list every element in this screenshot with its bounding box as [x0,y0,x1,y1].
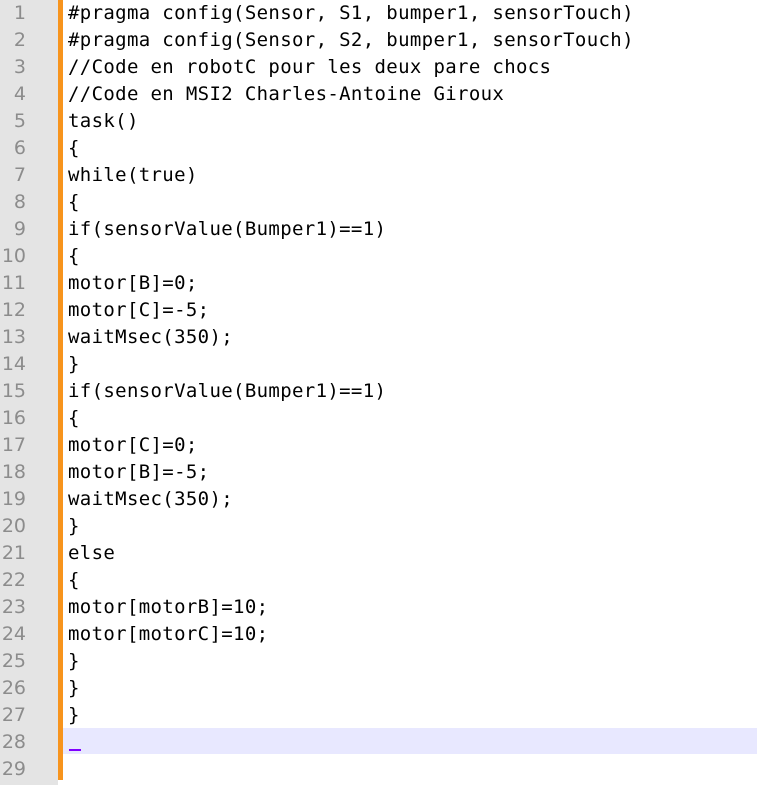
code-text[interactable]: while(true) [68,162,198,189]
code-line[interactable]: 2 #pragma config(Sensor, S2, bumper1, sen… [0,27,757,54]
line-number: 22 [1,569,26,591]
line-number: 14 [1,353,26,375]
line-number: 18 [1,461,26,483]
code-line[interactable]: 11 motor[B]=0; [0,270,757,297]
code-line[interactable]: 16 { [0,405,757,432]
line-number: 20 [1,515,26,537]
code-text[interactable]: motor[C]=0; [68,432,198,459]
code-text[interactable]: } [68,513,80,540]
code-line[interactable]: 7 while(true) [0,162,757,189]
code-line[interactable]: 19 waitMsec(350); [0,486,757,513]
line-number: 2 [13,29,26,51]
code-text[interactable]: { [68,567,80,594]
code-editor[interactable]: 1 #pragma config(Sensor, S1, bumper1, sen… [0,0,757,785]
code-line[interactable]: 14} [0,351,757,378]
code-line[interactable]: 17 motor[C]=0; [0,432,757,459]
code-line[interactable]: 27} [0,702,757,729]
line-number: 19 [1,488,26,510]
line-number: 27 [1,704,26,726]
code-line[interactable]: 4 //Code en MSI2 Charles-Antoine Giroux [0,81,757,108]
code-line[interactable]: 5 task() [0,108,757,135]
code-line[interactable]: 20} [0,513,757,540]
code-text[interactable]: { [68,405,80,432]
line-number: 4 [13,83,26,105]
code-text[interactable]: motor[B]=-5; [68,459,209,486]
line-number: 17 [1,434,26,456]
code-text[interactable]: { [68,189,80,216]
line-number: 1 [13,2,26,24]
code-text[interactable]: else [68,540,115,567]
code-text[interactable]: //Code en MSI2 Charles-Antoine Giroux [68,81,504,108]
code-line[interactable]: 9 if(sensorValue(Bumper1)==1) [0,216,757,243]
line-number: 23 [1,596,26,618]
code-text[interactable]: } [68,648,80,675]
line-number: 6 [13,137,26,159]
line-number: 25 [1,650,26,672]
code-line[interactable]: 23 motor[motorB]=10; [0,594,757,621]
line-number: 29 [1,758,26,780]
code-text[interactable]: { [68,243,80,270]
line-number: 15 [1,380,26,402]
line-number: 24 [1,623,26,645]
code-text[interactable]: waitMsec(350); [68,486,233,513]
code-text[interactable]: } [68,351,80,378]
code-text[interactable]: motor[B]=0; [68,270,198,297]
line-number: 21 [1,542,26,564]
line-number: 26 [1,677,26,699]
code-text[interactable]: if(sensorValue(Bumper1)==1) [68,378,386,405]
code-text[interactable]: task() [68,108,139,135]
code-line[interactable]: 21 else [0,540,757,567]
line-number: 13 [1,326,26,348]
code-text[interactable]: #pragma config(Sensor, S1, bumper1, sens… [68,0,634,27]
code-text[interactable]: #pragma config(Sensor, S2, bumper1, sens… [68,27,634,54]
code-line[interactable]: 6{ [0,135,757,162]
code-text[interactable]: motor[C]=-5; [68,297,209,324]
code-line[interactable]: 10 { [0,243,757,270]
line-number: 12 [1,299,26,321]
line-number: 8 [13,191,26,213]
line-number: 5 [13,110,26,132]
code-text[interactable]: //Code en robotC pour les deux pare choc… [68,54,551,81]
code-line[interactable]: 15 if(sensorValue(Bumper1)==1) [0,378,757,405]
code-line[interactable]: 8{ [0,189,757,216]
line-number: 28 [1,731,26,753]
code-text[interactable]: } [68,702,80,729]
code-line[interactable]: 22 { [0,567,757,594]
code-text[interactable]: if(sensorValue(Bumper1)==1) [68,216,386,243]
code-text[interactable]: } [68,675,80,702]
code-line[interactable]: 18 motor[B]=-5; [0,459,757,486]
code-line[interactable]: 29 [0,756,757,783]
code-line[interactable]: 3 //Code en robotC pour les deux pare cho… [0,54,757,81]
line-number: 9 [13,218,26,240]
code-line[interactable]: 1 #pragma config(Sensor, S1, bumper1, sen… [0,0,757,27]
code-line[interactable]: 25} [0,648,757,675]
code-text[interactable]: { [68,135,80,162]
line-number: 7 [13,164,26,186]
code-line[interactable]: 12 motor[C]=-5; [0,297,757,324]
code-line[interactable]: 13 waitMsec(350); [0,324,757,351]
code-text[interactable]: motor[motorC]=10; [68,621,268,648]
code-line[interactable]: 28 [0,729,757,756]
line-number: 11 [1,272,26,294]
code-line[interactable]: 26} [0,675,757,702]
line-number: 3 [13,56,26,78]
code-line[interactable]: 24 motor[motorC]=10; [0,621,757,648]
line-number: 16 [1,407,26,429]
line-number: 10 [1,245,26,267]
code-text[interactable]: waitMsec(350); [68,324,233,351]
code-text[interactable]: motor[motorB]=10; [68,594,268,621]
